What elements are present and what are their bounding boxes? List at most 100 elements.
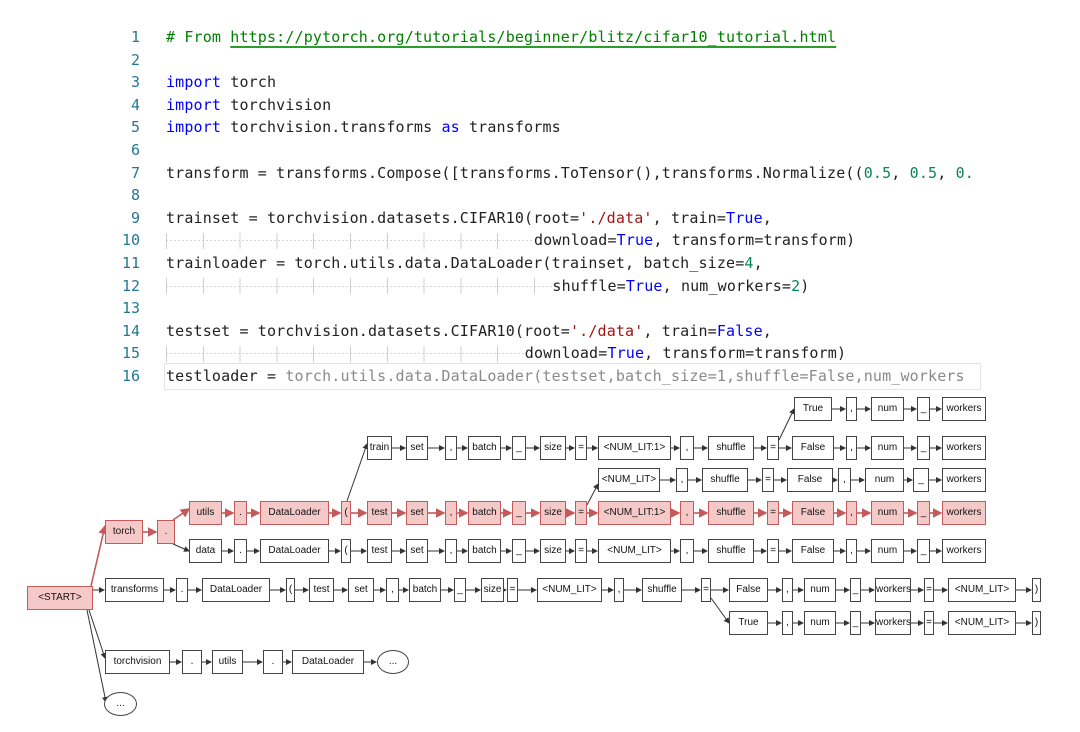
code-token: ,	[891, 164, 909, 182]
token-node: workers	[875, 611, 911, 635]
code-line[interactable]: 10download=True, transform=transform)	[0, 229, 1080, 252]
code-line[interactable]: 7transform = transforms.Compose([transfo…	[0, 162, 1080, 185]
code-line[interactable]: 16testloader = torch.utils.data.DataLoad…	[0, 365, 1080, 388]
token-node: set	[406, 539, 428, 563]
token-node: num	[871, 397, 904, 421]
token-node: set	[406, 501, 428, 525]
line-number: 12	[110, 275, 140, 298]
token-node: num	[804, 611, 836, 635]
url-link[interactable]: https://pytorch.org/tutorials/beginner/b…	[230, 28, 836, 46]
token-node: ,	[846, 436, 857, 460]
code-line[interactable]: 2	[0, 49, 1080, 72]
code-token: import	[166, 96, 221, 114]
code-line[interactable]: 5import torchvision.transforms as transf…	[0, 116, 1080, 139]
code-text: import torch	[166, 71, 276, 94]
token-node: _	[850, 611, 861, 635]
token-node: <START>	[27, 586, 93, 610]
code-line[interactable]: 8	[0, 184, 1080, 207]
code-token: ,	[754, 254, 763, 272]
token-node: =	[924, 578, 934, 602]
code-token: torchvision.transforms	[221, 118, 441, 136]
code-line[interactable]: 13	[0, 297, 1080, 320]
code-line[interactable]: 6	[0, 139, 1080, 162]
token-node: shuffle	[642, 578, 682, 602]
token-node: ,	[846, 397, 857, 421]
token-node: data	[189, 539, 222, 563]
token-node: <NUM_LIT:1>	[598, 436, 671, 460]
token-node: False	[792, 436, 834, 460]
token-node: =	[575, 539, 587, 563]
code-editor[interactable]: 1# From https://pytorch.org/tutorials/be…	[0, 26, 1080, 388]
token-node: workers	[942, 436, 986, 460]
token-node: _	[512, 501, 526, 525]
ellipsis-node: ...	[377, 650, 409, 674]
code-line[interactable]: 3 import torch	[0, 71, 1080, 94]
edge-arrow	[173, 509, 189, 520]
token-node: test	[309, 578, 334, 602]
line-number: 1	[110, 26, 140, 49]
code-token: 0.5	[864, 164, 892, 182]
edge-arrow	[347, 444, 367, 501]
code-text: shuffle=True, num_workers=2)	[166, 275, 809, 298]
line-number: 9	[110, 207, 140, 230]
token-node: torchvision	[105, 650, 170, 674]
code-token: 0.	[956, 164, 974, 182]
token-node: utils	[212, 650, 243, 674]
code-text: import torchvision.transforms as transfo…	[166, 116, 561, 139]
token-node: _	[454, 578, 466, 602]
token-node: <NUM_LIT>	[948, 611, 1016, 635]
edge-arrow	[173, 544, 189, 551]
token-node: DataLoader	[260, 501, 329, 525]
code-token: True	[607, 344, 644, 362]
token-node: num	[804, 578, 836, 602]
token-node: shuffle	[708, 501, 754, 525]
token-node: _	[917, 436, 930, 460]
code-token: './data'	[579, 209, 652, 227]
code-text: testset = torchvision.datasets.CIFAR10(r…	[166, 320, 772, 343]
token-node: DataLoader	[202, 578, 270, 602]
token-node: ,	[838, 468, 851, 492]
code-line[interactable]: 11trainloader = torch.utils.data.DataLoa…	[0, 252, 1080, 275]
token-node: =	[575, 436, 587, 460]
ellipsis-node: ...	[104, 692, 137, 716]
token-node: size	[481, 578, 504, 602]
code-token: True	[626, 277, 663, 295]
token-node: =	[701, 578, 711, 602]
code-token: import	[166, 73, 221, 91]
indent-guide	[166, 346, 525, 362]
token-node: .	[263, 650, 283, 674]
token-node: ,	[445, 436, 457, 460]
code-line[interactable]: 4import torchvision	[0, 94, 1080, 117]
token-node: ,	[680, 501, 694, 525]
code-token: 4	[744, 254, 753, 272]
code-token: True	[617, 231, 654, 249]
token-node: batch	[468, 501, 501, 525]
token-node: False	[729, 578, 768, 602]
token-node: (	[341, 501, 351, 525]
code-line[interactable]: 1# From https://pytorch.org/tutorials/be…	[0, 26, 1080, 49]
token-node: <NUM_LIT:1>	[598, 501, 671, 525]
token-node: True	[794, 397, 832, 421]
code-token: trainset = torchvision.datasets.CIFAR10(…	[166, 209, 579, 227]
token-node: batch	[409, 578, 441, 602]
token-node: utils	[189, 501, 222, 525]
code-text: download=True, transform=transform)	[166, 229, 855, 252]
code-line[interactable]: 12 shuffle=True, num_workers=2)	[0, 275, 1080, 298]
indent-guide	[166, 278, 552, 294]
code-line[interactable]: 14testset = torchvision.datasets.CIFAR10…	[0, 320, 1080, 343]
token-node: DataLoader	[260, 539, 329, 563]
line-number: 3	[110, 71, 140, 94]
token-node: shuffle	[702, 468, 748, 492]
token-node: .	[176, 578, 188, 602]
token-node: (	[286, 578, 295, 602]
token-node: workers	[875, 578, 911, 602]
code-token: 2	[791, 277, 800, 295]
code-token: download=	[534, 231, 617, 249]
code-line[interactable]: 9 trainset = torchvision.datasets.CIFAR10…	[0, 207, 1080, 230]
token-node: ,	[445, 539, 457, 563]
code-token: shuffle=	[552, 277, 625, 295]
code-line[interactable]: 15download=True, transform=transform)	[0, 342, 1080, 365]
token-node: ,	[782, 611, 793, 635]
code-token: testset = torchvision.datasets.CIFAR10(r…	[166, 322, 570, 340]
token-node: _	[913, 468, 929, 492]
